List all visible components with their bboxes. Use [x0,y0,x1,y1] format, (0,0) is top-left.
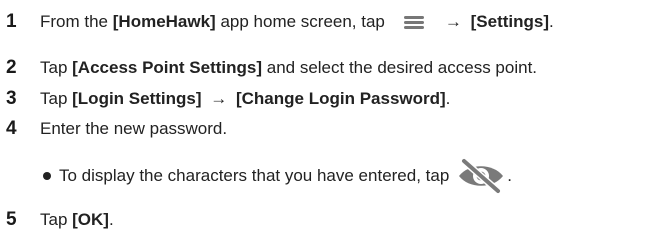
access-point-settings-label: [Access Point Settings] [72,58,263,77]
step-number: 1 [6,11,17,32]
step-4: 4 Enter the new password. [0,117,227,141]
ok-label: [OK] [72,210,109,229]
step-text: Tap [OK]. [40,208,114,232]
step-text-pre: Tap [40,210,73,229]
step-text: Enter the new password. [40,119,228,138]
login-settings-label: [Login Settings] [72,89,202,108]
step-text-pre: Tap [40,89,73,108]
step-number: 2 [6,57,17,78]
bullet-dot [43,172,51,180]
change-login-password-label: [Change Login Password] [235,89,446,108]
step-2: 2 Tap [Access Point Settings] and select… [0,56,537,80]
period: . [507,166,513,185]
step-text-pre: Tap [40,58,73,77]
settings-label: [Settings] [470,12,550,31]
bullet-text: To display the characters that you have … [59,166,450,185]
step-5: 5 Tap [OK]. [0,208,114,232]
eye-slash-icon [455,156,507,196]
step-number: 4 [6,118,17,139]
step-text-post: and select the desired access point. [262,58,538,77]
step-text: Tap [Login Settings] → [Change Login Pas… [40,87,450,111]
app-name: [HomeHawk] [112,12,216,31]
hamburger-menu-icon [397,10,431,34]
step-text-pre: From the [40,12,113,31]
step-text-mid: app home screen, tap [215,12,385,31]
period: . [445,89,451,108]
step-text: Tap [Access Point Settings] and select t… [40,56,537,80]
bullet-note: To display the characters that you have … [43,156,512,196]
period: . [108,210,114,229]
step-number: 5 [6,209,17,230]
step-3: 3 Tap [Login Settings] → [Change Login P… [0,87,450,111]
step-number: 3 [6,88,17,109]
step-1: 1 From the [HomeHawk] app home screen, t… [0,10,554,34]
step-text-end: → [Settings]. [441,10,554,34]
arrow: → [210,89,228,108]
arrow: → [444,12,462,31]
period: . [549,12,554,31]
step-text: From the [HomeHawk] app home screen, tap [40,10,385,34]
